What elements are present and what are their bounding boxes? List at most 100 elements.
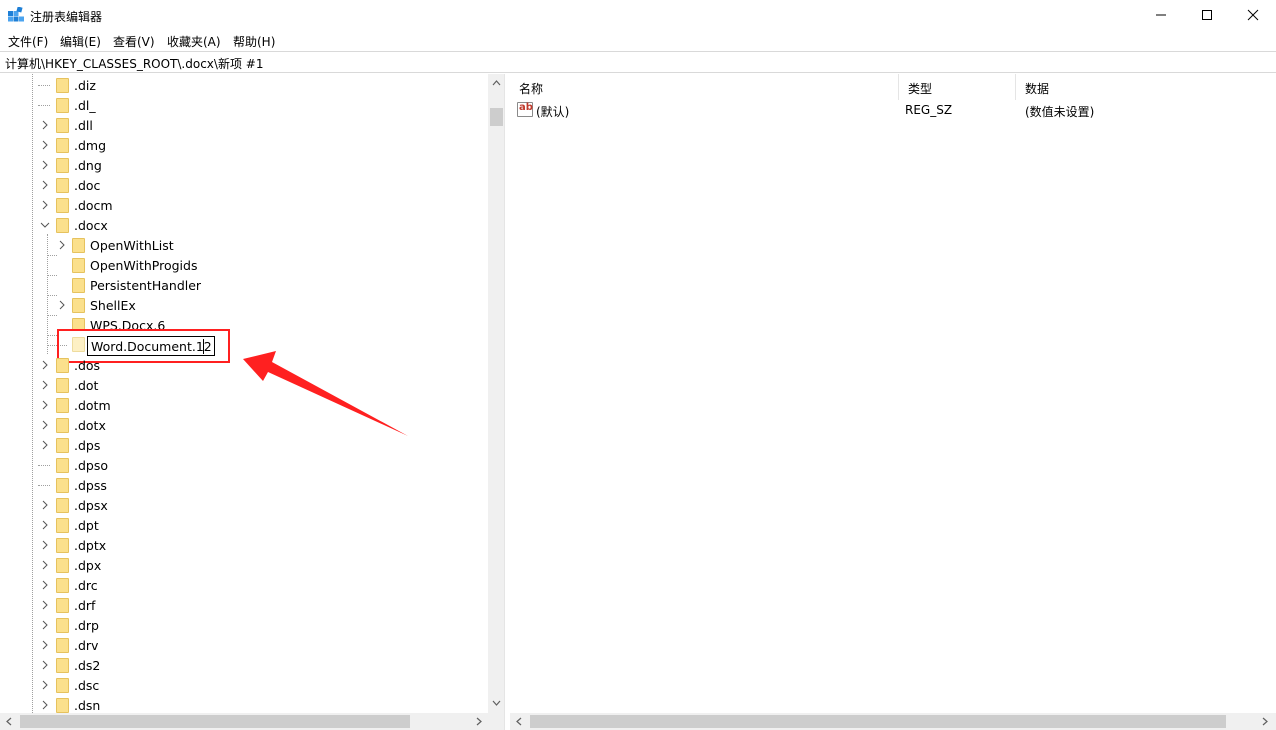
chevron-right-icon[interactable]: [40, 540, 50, 550]
tree-item[interactable]: .dotm: [0, 395, 488, 415]
scroll-right-icon[interactable]: [475, 717, 483, 726]
key-tree-pane[interactable]: .diz .dl_ .dll .dmg .dng .doc .docm .doc…: [0, 74, 505, 730]
folder-icon: [56, 478, 69, 493]
column-header-type[interactable]: 类型: [899, 74, 1016, 100]
folder-icon: [56, 138, 69, 153]
folder-icon: [72, 258, 85, 273]
tree-item[interactable]: .dsn: [0, 695, 488, 713]
tree-item[interactable]: .diz: [0, 75, 488, 95]
tree-item[interactable]: .drp: [0, 615, 488, 635]
address-bar[interactable]: 计算机\HKEY_CLASSES_ROOT\.docx\新项 #1: [0, 51, 1276, 73]
values-list-pane[interactable]: 名称 类型 数据 ab (默认) REG_SZ (数值未设置): [510, 74, 1276, 730]
scroll-up-icon[interactable]: [492, 79, 501, 87]
tree-item[interactable]: .dpss: [0, 475, 488, 495]
chevron-right-icon[interactable]: [40, 140, 50, 150]
tree-vertical-scrollbar[interactable]: [488, 74, 504, 713]
tree-item[interactable]: .dpsx: [0, 495, 488, 515]
chevron-right-icon[interactable]: [40, 500, 50, 510]
tree-child-item[interactable]: OpenWithList: [0, 235, 488, 255]
tree-item[interactable]: .dl_: [0, 95, 488, 115]
chevron-right-icon[interactable]: [40, 600, 50, 610]
tree-item[interactable]: .doc: [0, 175, 488, 195]
scroll-down-icon[interactable]: [492, 699, 501, 707]
column-header-data[interactable]: 数据: [1016, 74, 1276, 100]
tree-item[interactable]: .dpso: [0, 455, 488, 475]
tree-item[interactable]: .dng: [0, 155, 488, 175]
tree-item-label: .dl_: [74, 98, 96, 113]
tree-item[interactable]: .drf: [0, 595, 488, 615]
menu-file[interactable]: 文件(F): [8, 33, 48, 50]
chevron-right-icon[interactable]: [40, 380, 50, 390]
tree-item[interactable]: .dpt: [0, 515, 488, 535]
folder-icon: [56, 378, 69, 393]
tree-item[interactable]: .dmg: [0, 135, 488, 155]
chevron-right-icon[interactable]: [57, 240, 67, 250]
tree-item-label: .drp: [74, 618, 99, 633]
chevron-right-icon[interactable]: [40, 160, 50, 170]
tree-item-docx[interactable]: .docx: [0, 215, 488, 235]
address-path[interactable]: 计算机\HKEY_CLASSES_ROOT\.docx\新项 #1: [5, 55, 263, 72]
minimize-button[interactable]: [1138, 0, 1184, 30]
tree-horizontal-scrollbar[interactable]: [0, 713, 504, 730]
chevron-right-icon[interactable]: [40, 580, 50, 590]
tree-item-label: .dpss: [74, 478, 107, 493]
chevron-right-icon[interactable]: [40, 180, 50, 190]
chevron-right-icon[interactable]: [40, 360, 50, 370]
chevron-right-icon[interactable]: [40, 560, 50, 570]
chevron-right-icon[interactable]: [40, 680, 50, 690]
chevron-right-icon[interactable]: [57, 300, 67, 310]
scroll-left-icon[interactable]: [515, 717, 523, 726]
tree-item[interactable]: .dsc: [0, 675, 488, 695]
maximize-button[interactable]: [1184, 0, 1230, 30]
menu-view[interactable]: 查看(V): [113, 33, 155, 50]
value-name: (默认): [536, 105, 570, 119]
chevron-down-icon[interactable]: [40, 220, 50, 230]
tree-guide-line: [47, 335, 57, 336]
menu-help[interactable]: 帮助(H): [233, 33, 275, 50]
folder-icon: [56, 578, 69, 593]
tree-item[interactable]: .dot: [0, 375, 488, 395]
tree-item-label: .dot: [74, 378, 99, 393]
chevron-right-icon[interactable]: [40, 520, 50, 530]
tree-child-item[interactable]: OpenWithProgids: [0, 255, 488, 275]
tree-child-item[interactable]: ShellEx: [0, 295, 488, 315]
tree-guide-line: [38, 105, 50, 106]
tree-item[interactable]: .dptx: [0, 535, 488, 555]
tree-item[interactable]: .dps: [0, 435, 488, 455]
tree-item[interactable]: .ds2: [0, 655, 488, 675]
folder-icon: [72, 298, 85, 313]
chevron-right-icon[interactable]: [40, 400, 50, 410]
tree-item[interactable]: .drc: [0, 575, 488, 595]
menu-edit[interactable]: 编辑(E): [60, 33, 101, 50]
chevron-right-icon[interactable]: [40, 620, 50, 630]
tree-item[interactable]: .drv: [0, 635, 488, 655]
close-icon: [1247, 9, 1259, 21]
list-horizontal-scrollbar[interactable]: [510, 713, 1276, 730]
tree-item[interactable]: .dotx: [0, 415, 488, 435]
chevron-right-icon[interactable]: [40, 200, 50, 210]
chevron-right-icon[interactable]: [40, 640, 50, 650]
tree-guide-line: [38, 465, 50, 466]
scrollbar-thumb[interactable]: [20, 715, 410, 728]
scroll-left-icon[interactable]: [5, 717, 13, 726]
scrollbar-thumb[interactable]: [490, 108, 503, 126]
folder-icon: [56, 398, 69, 413]
chevron-right-icon[interactable]: [40, 660, 50, 670]
tree-item[interactable]: .dll: [0, 115, 488, 135]
chevron-right-icon[interactable]: [40, 440, 50, 450]
chevron-right-icon[interactable]: [40, 700, 50, 710]
chevron-right-icon[interactable]: [40, 420, 50, 430]
tree-item[interactable]: .docm: [0, 195, 488, 215]
column-header-name[interactable]: 名称: [510, 74, 899, 100]
scroll-right-icon[interactable]: [1261, 717, 1269, 726]
menu-favorites[interactable]: 收藏夹(A): [167, 33, 221, 50]
tree-child-item[interactable]: WPS.Docx.6: [0, 315, 488, 329]
close-button[interactable]: [1230, 0, 1276, 30]
tree-item[interactable]: .dos: [0, 356, 488, 374]
tree-child-item[interactable]: PersistentHandler: [0, 275, 488, 295]
value-row[interactable]: ab (默认) REG_SZ (数值未设置): [510, 100, 1276, 120]
tree-item[interactable]: .dpx: [0, 555, 488, 575]
chevron-right-icon[interactable]: [40, 120, 50, 130]
tree-item-label: .dpso: [74, 458, 109, 473]
scrollbar-thumb[interactable]: [530, 715, 1226, 728]
